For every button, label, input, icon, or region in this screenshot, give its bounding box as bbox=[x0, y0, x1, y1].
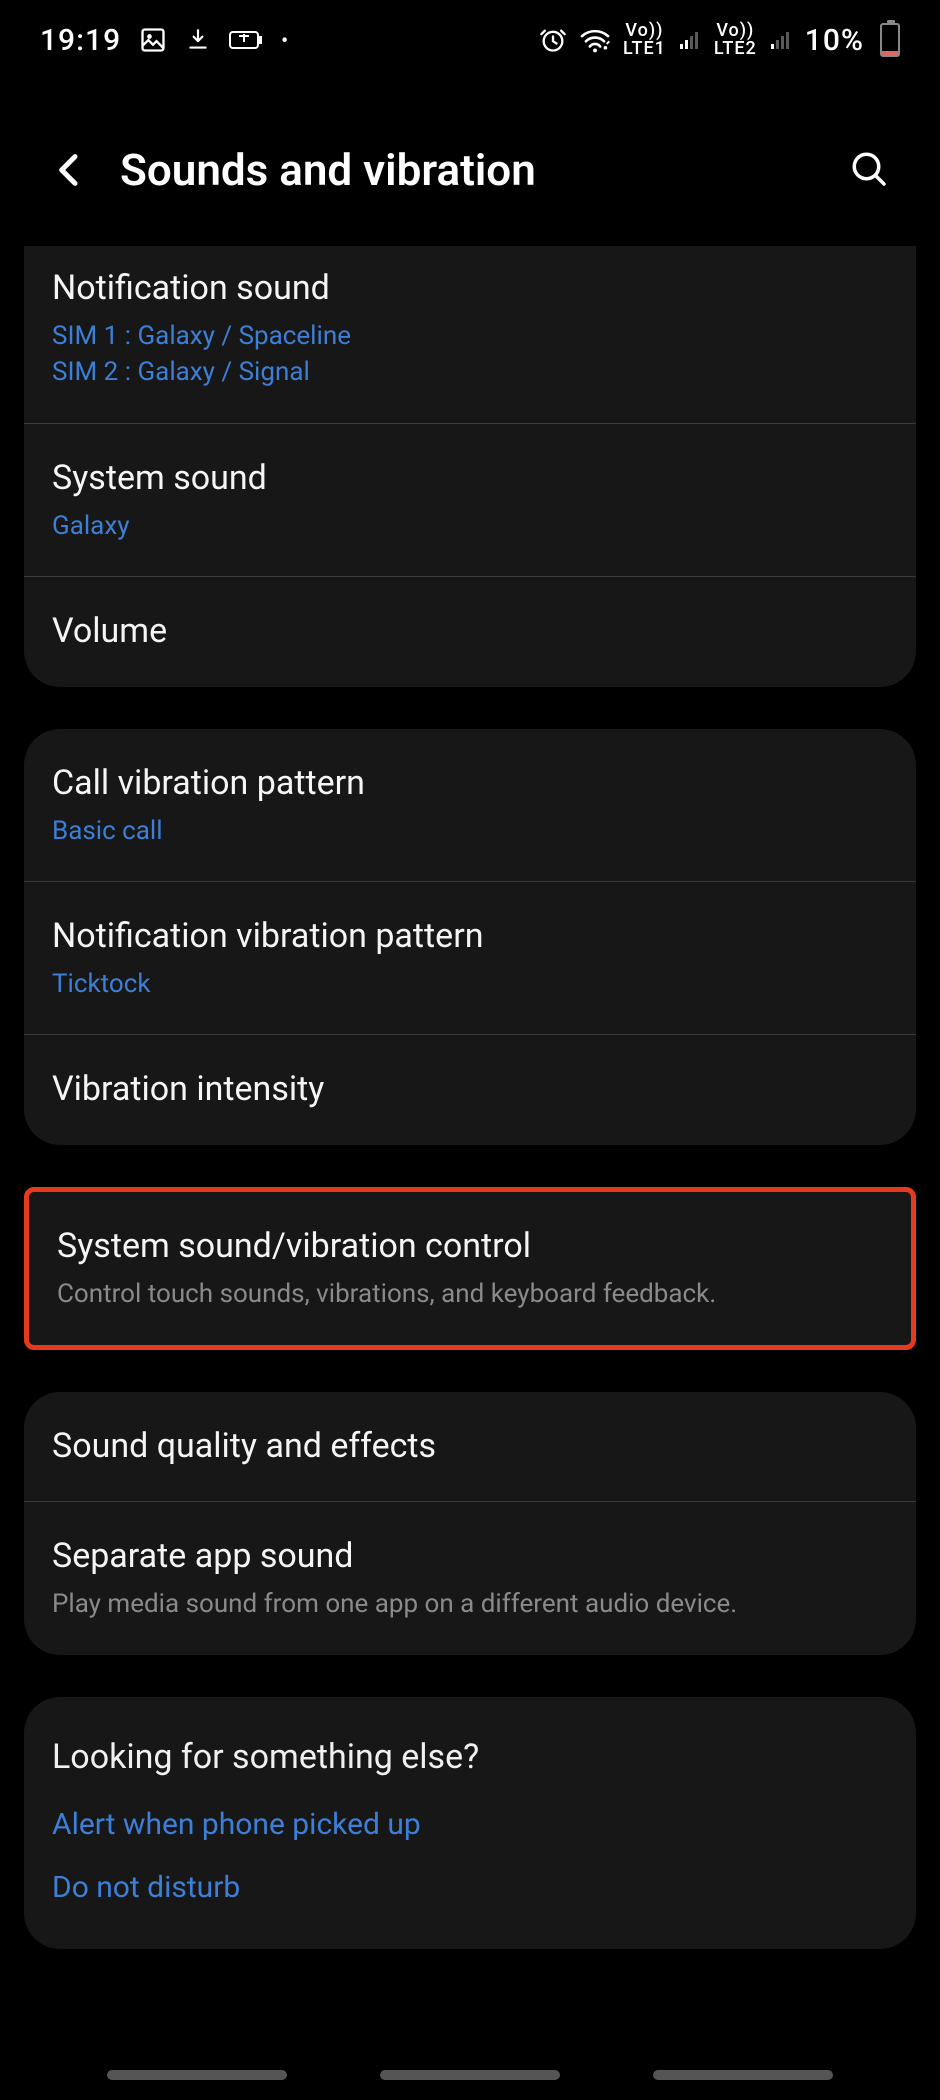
system-control-card: System sound/vibration control Control t… bbox=[24, 1187, 916, 1349]
dot-icon: • bbox=[281, 28, 289, 52]
sim2-volte-icon: Vo))LTE2 bbox=[714, 22, 757, 58]
separate-app-sound-row[interactable]: Separate app sound Play media sound from… bbox=[24, 1501, 916, 1654]
sound-settings-card: Notification sound SIM 1 : Galaxy / Spac… bbox=[24, 246, 916, 687]
status-bar: 19:19 • Vo))LTE1 Vo))LTE2 10% bbox=[0, 0, 940, 80]
footer-title: Looking for something else? bbox=[52, 1737, 888, 1777]
back-button[interactable] bbox=[40, 140, 100, 200]
row-description: Play media sound from one app on a diffe… bbox=[52, 1586, 888, 1622]
call-vibration-row[interactable]: Call vibration pattern Basic call bbox=[24, 729, 916, 881]
link-do-not-disturb[interactable]: Do not disturb bbox=[52, 1870, 888, 1905]
nav-recents[interactable] bbox=[107, 2070, 287, 2080]
status-left: 19:19 • bbox=[40, 23, 289, 58]
battery-percent: 10% bbox=[805, 23, 864, 58]
row-subtitle: SIM 1 : Galaxy / Spaceline bbox=[52, 318, 888, 354]
row-subtitle: Basic call bbox=[52, 813, 888, 849]
signal2-icon bbox=[769, 28, 793, 52]
row-title: System sound bbox=[52, 456, 888, 502]
row-description: Control touch sounds, vibrations, and ke… bbox=[57, 1276, 883, 1312]
row-title: Sound quality and effects bbox=[52, 1424, 888, 1470]
row-title: Separate app sound bbox=[52, 1534, 888, 1580]
sound-quality-card: Sound quality and effects Separate app s… bbox=[24, 1392, 916, 1655]
search-button[interactable] bbox=[840, 140, 900, 200]
row-title: Notification vibration pattern bbox=[52, 914, 888, 960]
status-time: 19:19 bbox=[40, 23, 121, 58]
alarm-icon bbox=[539, 26, 567, 54]
battery-saver-icon bbox=[229, 29, 263, 51]
system-sound-vibration-control-row[interactable]: System sound/vibration control Control t… bbox=[29, 1192, 911, 1344]
row-title: System sound/vibration control bbox=[57, 1224, 883, 1270]
signal1-icon bbox=[678, 28, 702, 52]
vibration-intensity-row[interactable]: Vibration intensity bbox=[24, 1034, 916, 1145]
row-title: Vibration intensity bbox=[52, 1067, 888, 1113]
nav-bar bbox=[0, 2070, 940, 2080]
volume-row[interactable]: Volume bbox=[24, 576, 916, 687]
sim1-volte-icon: Vo))LTE1 bbox=[623, 22, 666, 58]
row-title: Notification sound bbox=[52, 266, 888, 312]
row-subtitle: Galaxy bbox=[52, 508, 888, 544]
wifi-icon bbox=[579, 27, 611, 53]
page-header: Sounds and vibration bbox=[0, 80, 940, 250]
row-subtitle-2: SIM 2 : Galaxy / Signal bbox=[52, 354, 888, 390]
notification-vibration-row[interactable]: Notification vibration pattern Ticktock bbox=[24, 881, 916, 1034]
page-title: Sounds and vibration bbox=[120, 144, 840, 196]
link-alert-picked-up[interactable]: Alert when phone picked up bbox=[52, 1807, 888, 1842]
status-right: Vo))LTE1 Vo))LTE2 10% bbox=[539, 22, 900, 58]
looking-for-card: Looking for something else? Alert when p… bbox=[24, 1697, 916, 1949]
nav-back[interactable] bbox=[653, 2070, 833, 2080]
nav-home[interactable] bbox=[380, 2070, 560, 2080]
system-sound-row[interactable]: System sound Galaxy bbox=[24, 423, 916, 576]
download-icon bbox=[185, 27, 211, 53]
image-icon bbox=[139, 26, 167, 54]
sound-quality-row[interactable]: Sound quality and effects bbox=[24, 1392, 916, 1502]
battery-icon bbox=[880, 23, 900, 57]
row-subtitle: Ticktock bbox=[52, 966, 888, 1002]
vibration-settings-card: Call vibration pattern Basic call Notifi… bbox=[24, 729, 916, 1145]
row-title: Volume bbox=[52, 609, 888, 655]
notification-sound-row[interactable]: Notification sound SIM 1 : Galaxy / Spac… bbox=[24, 246, 916, 423]
row-title: Call vibration pattern bbox=[52, 761, 888, 807]
